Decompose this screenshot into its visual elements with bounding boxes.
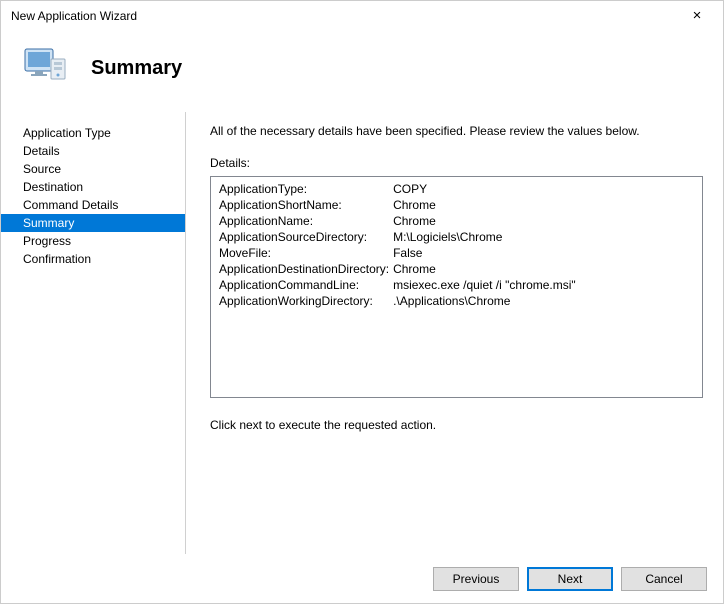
table-row: ApplicationCommandLine:msiexec.exe /quie… xyxy=(219,277,580,293)
details-box: ApplicationType:COPY ApplicationShortNam… xyxy=(210,176,703,398)
sidebar-item-destination[interactable]: Destination xyxy=(1,178,185,196)
table-row: ApplicationShortName:Chrome xyxy=(219,197,580,213)
table-row: ApplicationWorkingDirectory:.\Applicatio… xyxy=(219,293,580,309)
detail-key: ApplicationType: xyxy=(219,181,393,197)
sidebar-item-confirmation[interactable]: Confirmation xyxy=(1,250,185,268)
detail-value: M:\Logiciels\Chrome xyxy=(393,229,580,245)
detail-key: ApplicationShortName: xyxy=(219,197,393,213)
sidebar-item-summary[interactable]: Summary xyxy=(1,214,185,232)
detail-key: MoveFile: xyxy=(219,245,393,261)
sidebar-item-application-type[interactable]: Application Type xyxy=(1,124,185,142)
sidebar-item-command-details[interactable]: Command Details xyxy=(1,196,185,214)
detail-key: ApplicationWorkingDirectory: xyxy=(219,293,393,309)
wizard-steps-sidebar: Application Type Details Source Destinat… xyxy=(1,112,185,554)
detail-value: False xyxy=(393,245,580,261)
detail-value: msiexec.exe /quiet /i "chrome.msi" xyxy=(393,277,580,293)
table-row: ApplicationType:COPY xyxy=(219,181,580,197)
table-row: ApplicationName:Chrome xyxy=(219,213,580,229)
titlebar: New Application Wizard × xyxy=(1,1,724,31)
next-button[interactable]: Next xyxy=(527,567,613,591)
sidebar-item-source[interactable]: Source xyxy=(1,160,185,178)
sidebar-item-details[interactable]: Details xyxy=(1,142,185,160)
button-row: Previous Next Cancel xyxy=(433,567,707,591)
detail-key: ApplicationCommandLine: xyxy=(219,277,393,293)
footer-instruction: Click next to execute the requested acti… xyxy=(210,418,703,432)
details-table: ApplicationType:COPY ApplicationShortNam… xyxy=(219,181,580,309)
sidebar-item-progress[interactable]: Progress xyxy=(1,232,185,250)
table-row: MoveFile:False xyxy=(219,245,580,261)
computer-icon xyxy=(21,43,69,94)
content-area: Application Type Details Source Destinat… xyxy=(1,112,724,554)
table-row: ApplicationDestinationDirectory:Chrome xyxy=(219,261,580,277)
main-panel: All of the necessary details have been s… xyxy=(186,112,724,554)
cancel-button[interactable]: Cancel xyxy=(621,567,707,591)
previous-button[interactable]: Previous xyxy=(433,567,519,591)
table-row: ApplicationSourceDirectory:M:\Logiciels\… xyxy=(219,229,580,245)
detail-key: ApplicationDestinationDirectory: xyxy=(219,261,393,277)
detail-value: .\Applications\Chrome xyxy=(393,293,580,309)
instruction-text: All of the necessary details have been s… xyxy=(210,124,703,138)
page-title: Summary xyxy=(91,57,182,80)
wizard-header: Summary xyxy=(1,31,724,112)
detail-key: ApplicationSourceDirectory: xyxy=(219,229,393,245)
detail-value: Chrome xyxy=(393,213,580,229)
window-title: New Application Wizard xyxy=(11,9,137,23)
detail-value: Chrome xyxy=(393,197,580,213)
close-icon[interactable]: × xyxy=(677,1,717,31)
detail-value: Chrome xyxy=(393,261,580,277)
details-label: Details: xyxy=(210,156,703,170)
detail-value: COPY xyxy=(393,181,580,197)
detail-key: ApplicationName: xyxy=(219,213,393,229)
